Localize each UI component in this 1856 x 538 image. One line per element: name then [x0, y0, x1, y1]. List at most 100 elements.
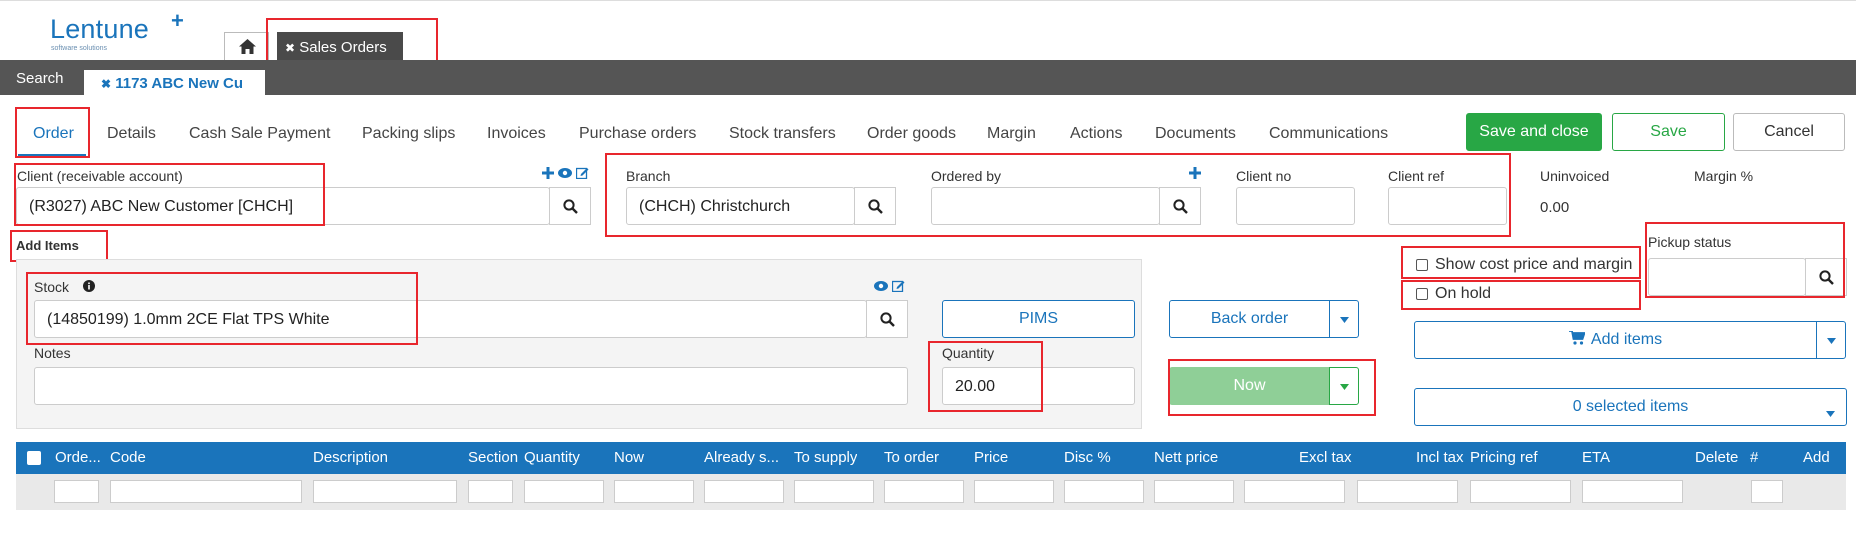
- back-order-dropdown[interactable]: [1329, 300, 1359, 338]
- branch-label: Branch: [626, 168, 671, 184]
- filter-eta[interactable]: [1582, 480, 1683, 503]
- filter-to-supply[interactable]: [794, 480, 874, 503]
- add-items-button[interactable]: Add items: [1414, 321, 1817, 359]
- tab-details[interactable]: Details: [107, 125, 156, 143]
- filter-already-supplied[interactable]: [704, 480, 784, 503]
- col-nett-price[interactable]: Nett price: [1154, 449, 1218, 466]
- ordered-by-search-button[interactable]: [1159, 187, 1201, 225]
- edit-stock-icon[interactable]: [892, 279, 905, 292]
- close-order-tab-icon[interactable]: ✖: [101, 77, 111, 91]
- view-stock-icon[interactable]: [874, 281, 888, 291]
- filter-code[interactable]: [110, 480, 302, 503]
- tab-documents[interactable]: Documents: [1155, 125, 1236, 143]
- tab-communications[interactable]: Communications: [1269, 125, 1388, 143]
- add-items-dropdown[interactable]: [1816, 321, 1846, 359]
- top-strip: [0, 0, 1856, 4]
- search-icon: [879, 311, 895, 327]
- filter-disc[interactable]: [1064, 480, 1144, 503]
- filter-now[interactable]: [614, 480, 694, 503]
- view-client-icon[interactable]: [558, 168, 572, 178]
- tab-sales-orders[interactable]: ✖ Sales Orders: [277, 32, 403, 61]
- select-all-checkbox[interactable]: [27, 451, 41, 465]
- client-no-input[interactable]: [1236, 187, 1355, 225]
- ordered-by-input[interactable]: [931, 187, 1160, 225]
- tab-cash-sale-payment[interactable]: Cash Sale Payment: [189, 125, 330, 143]
- on-hold-checkbox[interactable]: [1416, 288, 1428, 300]
- brand-plus: +: [171, 8, 184, 33]
- selected-items-button[interactable]: 0 selected items: [1414, 388, 1847, 426]
- tab-order-1173[interactable]: ✖ 1173 ABC New Cu: [84, 70, 265, 96]
- add-client-icon[interactable]: [542, 167, 554, 179]
- tab-invoices[interactable]: Invoices: [487, 125, 546, 143]
- caret-down-icon: [1339, 383, 1349, 390]
- col-code[interactable]: Code: [110, 449, 146, 466]
- tab-actions[interactable]: Actions: [1070, 125, 1122, 143]
- branch-search-button[interactable]: [854, 187, 896, 225]
- filter-to-order[interactable]: [884, 480, 964, 503]
- col-to-order[interactable]: To order: [884, 449, 939, 466]
- col-price[interactable]: Price: [974, 449, 1008, 466]
- add-contact-icon[interactable]: [1189, 167, 1201, 179]
- now-dropdown[interactable]: [1329, 367, 1359, 405]
- brand-name: Lentune: [50, 14, 149, 44]
- client-ref-input[interactable]: [1388, 187, 1507, 225]
- on-hold-label: On hold: [1435, 285, 1492, 302]
- tab-order[interactable]: Order: [33, 125, 74, 143]
- col-number[interactable]: #: [1750, 449, 1758, 466]
- col-add[interactable]: Add: [1803, 449, 1830, 466]
- client-input[interactable]: (R3027) ABC New Customer [CHCH]: [16, 187, 550, 225]
- col-description[interactable]: Description: [313, 449, 388, 466]
- uninvoiced-value: 0.00: [1540, 199, 1570, 216]
- stock-input[interactable]: (14850199) 1.0mm 2CE Flat TPS White: [34, 300, 867, 338]
- pickup-status-input[interactable]: [1648, 258, 1806, 296]
- edit-client-icon[interactable]: [576, 166, 589, 179]
- filter-section[interactable]: [468, 480, 513, 503]
- tab-order-goods[interactable]: Order goods: [867, 125, 956, 143]
- branch-input[interactable]: (CHCH) Christchurch: [626, 187, 855, 225]
- col-excl-tax[interactable]: Excl tax: [1299, 449, 1352, 466]
- notes-label: Notes: [34, 345, 71, 361]
- filter-number[interactable]: [1751, 480, 1783, 503]
- col-disc[interactable]: Disc %: [1064, 449, 1111, 466]
- col-already-supplied[interactable]: Already s...: [704, 449, 782, 466]
- col-now[interactable]: Now: [614, 449, 644, 466]
- save-and-close-button[interactable]: Save and close: [1466, 113, 1602, 151]
- col-order[interactable]: Orde...: [55, 449, 100, 466]
- col-incl-tax[interactable]: Incl tax: [1416, 449, 1464, 466]
- search-tab[interactable]: Search: [16, 70, 64, 87]
- close-tab-icon[interactable]: ✖: [285, 41, 295, 55]
- col-section[interactable]: Section: [468, 449, 518, 466]
- back-order-button[interactable]: Back order: [1169, 300, 1330, 338]
- order-tab-label: 1173 ABC New Cu: [115, 75, 244, 92]
- filter-incl-tax[interactable]: [1357, 480, 1458, 503]
- filter-price[interactable]: [974, 480, 1054, 503]
- filter-quantity[interactable]: [524, 480, 604, 503]
- col-quantity[interactable]: Quantity: [524, 449, 580, 466]
- col-to-supply[interactable]: To supply: [794, 449, 857, 466]
- quantity-input[interactable]: 20.00: [942, 367, 1135, 405]
- client-search-button[interactable]: [549, 187, 591, 225]
- filter-description[interactable]: [313, 480, 457, 503]
- save-button[interactable]: Save: [1612, 113, 1725, 151]
- show-cost-checkbox[interactable]: [1416, 259, 1428, 271]
- document-tab-bar: [0, 60, 1856, 95]
- cancel-button[interactable]: Cancel: [1733, 113, 1845, 151]
- filter-nett-price[interactable]: [1154, 480, 1234, 503]
- pims-button[interactable]: PIMS: [942, 300, 1135, 338]
- filter-order[interactable]: [54, 480, 99, 503]
- home-icon: [239, 39, 256, 58]
- col-pricing-ref[interactable]: Pricing ref: [1470, 449, 1538, 466]
- col-eta[interactable]: ETA: [1582, 449, 1610, 466]
- stock-search-button[interactable]: [866, 300, 908, 338]
- tab-packing-slips[interactable]: Packing slips: [362, 125, 455, 143]
- tab-margin[interactable]: Margin: [987, 125, 1036, 143]
- tab-stock-transfers[interactable]: Stock transfers: [729, 125, 836, 143]
- filter-pricing-ref[interactable]: [1470, 480, 1571, 503]
- col-delete[interactable]: Delete: [1695, 449, 1738, 466]
- now-button[interactable]: Now: [1169, 367, 1330, 405]
- filter-excl-tax[interactable]: [1244, 480, 1345, 503]
- tab-purchase-orders[interactable]: Purchase orders: [579, 125, 696, 143]
- home-tab[interactable]: [224, 32, 269, 61]
- notes-input[interactable]: [34, 367, 908, 405]
- pickup-search-button[interactable]: [1805, 258, 1847, 296]
